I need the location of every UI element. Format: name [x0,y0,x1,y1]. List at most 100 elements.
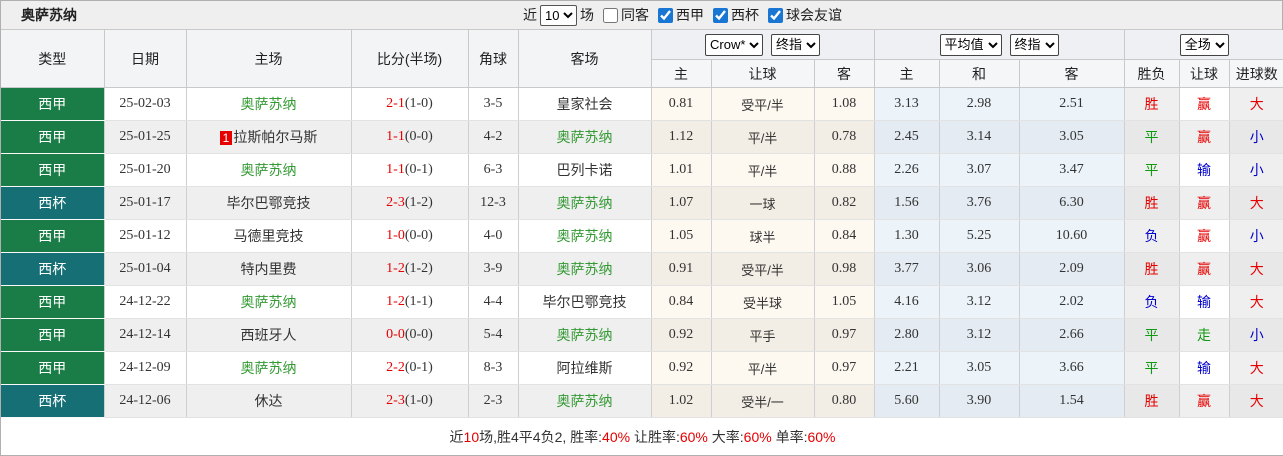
filter-copa[interactable]: 西杯 [707,5,759,25]
match-history-panel: 奥萨苏纳 近 10 场 同客 西甲 西杯 球会友谊 类型 日期 主场 比分(半场… [0,0,1283,456]
euro-draw-odds: 3.76 [939,186,1020,220]
same-venue-checkbox[interactable] [603,7,618,23]
result-wdl-cell: 胜 [1124,186,1180,220]
home-team-name: 奥萨苏纳 [240,162,297,178]
handicap-company-select[interactable]: Crow* [705,33,763,56]
result-wdl-cell: 负 [1124,219,1180,253]
league-type-cell: 西甲 [1,351,105,385]
match-count-select[interactable]: 10 [540,4,577,26]
euro-away-odds: 1.54 [1019,384,1125,418]
away-team-cell: 奥萨苏纳 [518,252,652,286]
result-goals-cell: 大 [1229,186,1283,220]
score-cell: 2-2(0-1) [351,351,469,385]
result-wdl-cell: 平 [1124,153,1180,187]
score-cell: 1-0(0-0) [351,219,469,253]
euro-home-odds: 5.60 [874,384,940,418]
date-cell: 24-12-06 [104,384,187,418]
corners-cell: 5-4 [468,318,519,352]
date-cell: 24-12-14 [104,318,187,352]
laliga-checkbox[interactable] [658,7,673,23]
filter-same-venue[interactable]: 同客 [597,5,649,25]
euro-company-select[interactable]: 平均值 [939,33,1002,56]
euro-away-odds: 3.47 [1019,153,1125,187]
result-wdl-cell: 平 [1124,120,1180,154]
date-cell: 25-01-25 [104,120,187,154]
away-team-cell: 阿拉维斯 [518,351,652,385]
col-result-handicap: 让球 [1179,59,1230,88]
table-row: 西杯 24-12-06 休达 2-3(1-0) 2-3 奥萨苏纳 1.02 受半… [1,384,1283,418]
league-type-cell: 西甲 [1,285,105,319]
euro-away-odds: 10.60 [1019,219,1125,253]
handicap-stage-select[interactable]: 终指 [771,33,820,56]
euro-away-odds: 3.05 [1019,120,1125,154]
filter-laliga[interactable]: 西甲 [652,5,704,25]
home-team-name: 西班牙人 [240,327,297,343]
handicap-away-odds: 0.78 [814,120,875,154]
home-team-cell: 马德里竞技 [186,219,352,253]
col-home: 主场 [186,30,352,88]
handicap-away-odds: 1.05 [814,285,875,319]
date-cell: 25-01-12 [104,219,187,253]
league-type-cell: 西甲 [1,87,105,121]
result-goals-cell: 小 [1229,120,1283,154]
corners-cell: 8-3 [468,351,519,385]
result-wdl-cell: 负 [1124,285,1180,319]
table-row: 西杯 25-01-04 特内里费 1-2(1-2) 3-9 奥萨苏纳 0.91 … [1,252,1283,286]
home-team-name: 拉斯帕尔马斯 [233,129,318,145]
euro-draw-odds: 2.98 [939,87,1020,121]
away-team-cell: 奥萨苏纳 [518,384,652,418]
filter-friendly[interactable]: 球会友谊 [762,5,842,25]
away-team-name: 奥萨苏纳 [556,327,613,343]
table-row: 西甲 25-02-03 奥萨苏纳 2-1(1-0) 3-5 皇家社会 0.81 … [1,87,1283,121]
away-team-cell: 奥萨苏纳 [518,219,652,253]
result-handicap-cell: 输 [1179,285,1230,319]
league-type-cell: 西甲 [1,120,105,154]
euro-stage-select[interactable]: 终指 [1009,33,1059,56]
col-euro-away: 客 [1019,59,1125,88]
handicap-line: 平/半 [711,120,815,154]
copa-checkbox[interactable] [713,7,728,23]
away-team-name: 奥萨苏纳 [556,261,613,277]
home-team-cell: 奥萨苏纳 [186,285,352,319]
corners-cell: 3-5 [468,87,519,121]
halftime-score: (1-2) [404,195,433,210]
result-handicap-cell: 赢 [1179,384,1230,418]
home-team-cell: 特内里费 [186,252,352,286]
col-euro-home: 主 [874,59,940,88]
handicap-home-odds: 1.02 [651,384,712,418]
euro-home-odds: 2.26 [874,153,940,187]
result-goals-cell: 大 [1229,87,1283,121]
away-team-cell: 皇家社会 [518,87,652,121]
col-result-wdl: 胜负 [1124,59,1180,88]
home-team-name: 马德里竞技 [233,228,304,244]
league-type-cell: 西杯 [1,384,105,418]
home-team-name: 奥萨苏纳 [240,294,297,310]
page-title: 奥萨苏纳 [21,7,77,23]
home-team-cell: 休达 [186,384,352,418]
scope-select[interactable]: 全场 [1179,33,1229,56]
halftime-score: (1-1) [404,294,433,309]
euro-draw-odds: 3.14 [939,120,1020,154]
handicap-line: 受平/半 [711,252,815,286]
table-row: 西甲 25-01-25 1 拉斯帕尔马斯 1-1(0-0) 4-2 奥萨苏纳 1.… [1,120,1283,154]
score-cell: 1-1(0-1) [351,153,469,187]
friendly-checkbox[interactable] [768,7,783,23]
result-goals-cell: 小 [1229,318,1283,352]
home-team-cell: 奥萨苏纳 [186,351,352,385]
col-result-goals: 进球数 [1229,59,1283,88]
home-team-name: 休达 [254,393,283,409]
away-team-cell: 巴列卡诺 [518,153,652,187]
result-goals-cell: 小 [1229,219,1283,253]
fulltime-score: 1-2 [386,261,405,276]
league-type-cell: 西甲 [1,153,105,187]
euro-draw-odds: 3.07 [939,153,1020,187]
handicap-line: 平/半 [711,351,815,385]
result-handicap-cell: 走 [1179,318,1230,352]
date-cell: 25-02-03 [104,87,187,121]
table-row: 西杯 25-01-17 毕尔巴鄂竞技 2-3(1-2) 12-3 奥萨苏纳 1.… [1,186,1283,220]
halftime-score: (0-0) [404,228,433,243]
fulltime-score: 2-2 [386,360,405,375]
corners-cell: 2-3 [468,384,519,418]
handicap-away-odds: 0.97 [814,351,875,385]
col-score: 比分(半场) [351,30,469,88]
